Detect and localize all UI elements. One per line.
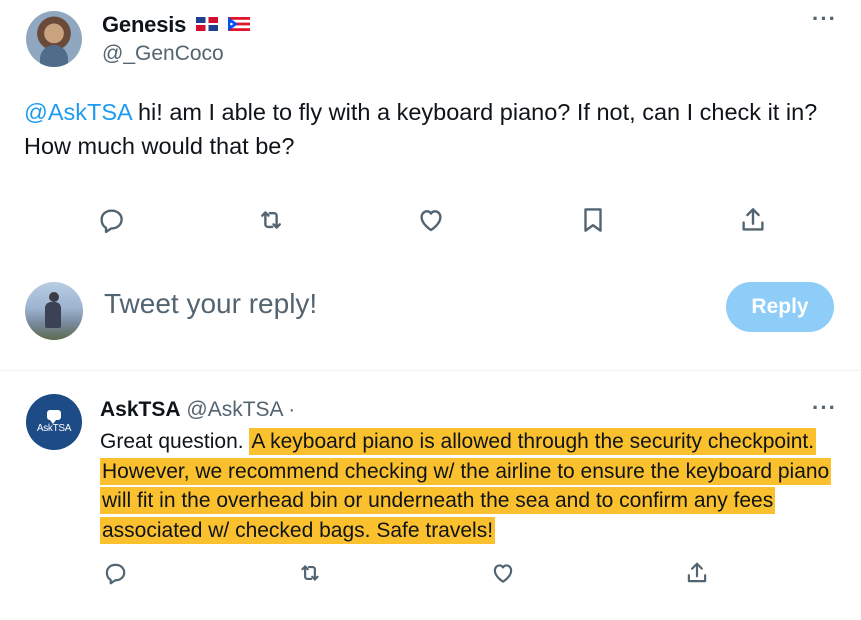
author-handle[interactable]: @_GenCoco [102, 42, 224, 66]
reply-text: Great question. A keyboard piano is allo… [100, 427, 840, 545]
like-icon[interactable] [416, 205, 446, 235]
share-icon[interactable] [738, 205, 768, 235]
avatar-logo-text: AskTSA [36, 423, 72, 434]
avatar[interactable] [26, 11, 82, 67]
reply-text-plain: Great question. [100, 430, 250, 453]
more-icon[interactable]: ··· [812, 8, 837, 30]
tweet-body: hi! am I able to fly with a keyboard pia… [24, 99, 818, 159]
header-separator: · [288, 398, 296, 421]
avatar[interactable]: AskTSA [26, 394, 82, 450]
reply-button[interactable]: Reply [726, 282, 834, 332]
author-handle[interactable]: @AskTSA [186, 398, 282, 421]
chat-bubble-icon [47, 410, 61, 424]
bookmark-icon[interactable] [578, 205, 608, 235]
puerto-rico-flag-icon [228, 17, 251, 32]
like-icon[interactable] [490, 560, 516, 586]
more-icon[interactable]: ··· [812, 397, 837, 419]
reply-input[interactable]: Tweet your reply! [104, 288, 317, 320]
retweet-icon[interactable] [256, 205, 286, 235]
comment-icon[interactable] [96, 205, 126, 235]
mention-link[interactable]: @AskTSA [24, 99, 131, 125]
divider [0, 370, 861, 371]
comment-icon[interactable] [102, 560, 128, 586]
author-name-text[interactable]: Genesis [102, 12, 186, 37]
user-avatar[interactable] [25, 282, 83, 340]
author-name[interactable]: Genesis [102, 12, 251, 38]
reply-header: AskTSA @AskTSA · [100, 398, 295, 422]
author-name[interactable]: AskTSA [100, 398, 181, 421]
retweet-icon[interactable] [297, 560, 323, 586]
share-icon[interactable] [684, 560, 710, 586]
dominican-flag-icon [196, 17, 219, 32]
tweet-text: @AskTSA hi! am I able to fly with a keyb… [24, 95, 844, 163]
